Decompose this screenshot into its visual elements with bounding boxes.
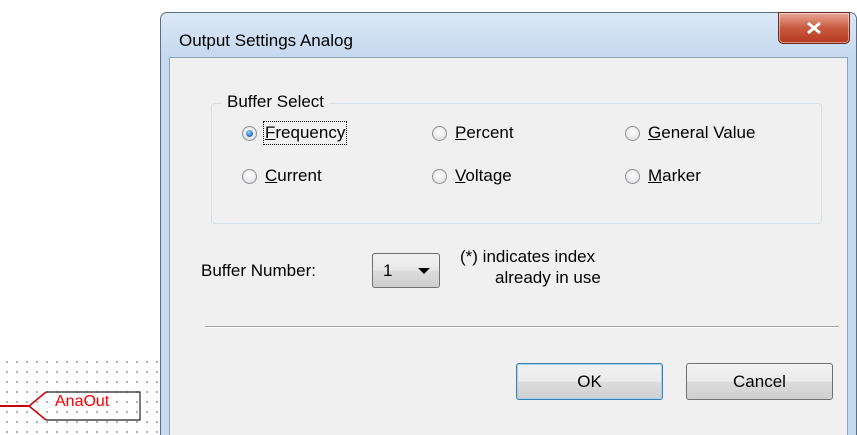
chevron-down-icon bbox=[418, 268, 430, 274]
radio-button-icon bbox=[432, 168, 447, 184]
hint-line-1: (*) indicates index bbox=[460, 247, 596, 266]
output-settings-dialog: Output Settings Analog Buffer Select Fre… bbox=[160, 12, 857, 435]
radio-voltage[interactable]: Voltage bbox=[432, 166, 512, 186]
radio-frequency-label: Frequency bbox=[262, 121, 348, 145]
dialog-client-area: Buffer Select Frequency Percent General … bbox=[169, 57, 848, 435]
radio-current-label: Current bbox=[265, 166, 322, 185]
radio-button-icon bbox=[242, 125, 257, 141]
buffer-number-label: Buffer Number: bbox=[201, 261, 316, 280]
radio-general-value[interactable]: General Value bbox=[625, 123, 755, 143]
close-button[interactable] bbox=[778, 12, 850, 44]
buffer-number-dropdown[interactable]: 1 bbox=[372, 253, 440, 288]
dialog-title: Output Settings Analog bbox=[179, 31, 353, 50]
radio-button-icon bbox=[242, 168, 257, 184]
analog-output-label: AnaOut bbox=[55, 393, 110, 410]
buffer-select-group bbox=[211, 103, 822, 224]
radio-frequency[interactable]: Frequency bbox=[242, 121, 348, 145]
radio-voltage-label: Voltage bbox=[455, 166, 512, 185]
radio-percent-label: Percent bbox=[455, 123, 514, 142]
radio-marker[interactable]: Marker bbox=[625, 166, 701, 186]
dialog-titlebar[interactable]: Output Settings Analog bbox=[161, 12, 856, 57]
radio-button-icon bbox=[625, 125, 640, 141]
radio-general-value-label: General Value bbox=[648, 123, 756, 142]
radio-marker-label: Marker bbox=[648, 166, 701, 185]
buffer-select-legend: Buffer Select bbox=[222, 92, 330, 112]
divider bbox=[205, 326, 839, 328]
radio-percent[interactable]: Percent bbox=[432, 123, 514, 143]
radio-button-icon bbox=[432, 125, 447, 141]
close-x-icon bbox=[807, 21, 821, 35]
hint-line-2: already in use bbox=[495, 268, 601, 287]
ok-button[interactable]: OK bbox=[516, 363, 663, 400]
radio-current[interactable]: Current bbox=[242, 166, 322, 186]
buffer-number-value: 1 bbox=[383, 261, 393, 280]
cancel-button[interactable]: Cancel bbox=[686, 363, 833, 400]
signal-wire bbox=[0, 405, 30, 407]
radio-button-icon bbox=[625, 168, 640, 184]
index-in-use-hint: (*) indicates index already in use bbox=[460, 246, 640, 288]
